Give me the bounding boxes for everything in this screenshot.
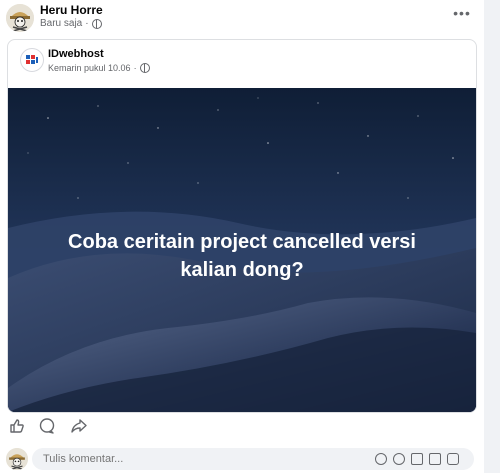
- globe-icon: [91, 18, 102, 29]
- sticker-icon[interactable]: [447, 453, 459, 465]
- post-image[interactable]: Coba ceritain project cancelled versi ka…: [8, 88, 476, 412]
- globe-icon: [139, 63, 150, 73]
- emoji-icon[interactable]: [393, 453, 405, 465]
- shared-post[interactable]: IDwebhost Kemarin pukul 10.06 · Coba cer…: [7, 39, 477, 413]
- author-name[interactable]: Heru Horre: [40, 3, 103, 17]
- avatar-sticker-icon[interactable]: [375, 453, 387, 465]
- gif-icon[interactable]: [429, 453, 441, 465]
- more-options-button[interactable]: •••: [452, 6, 472, 26]
- share-icon[interactable]: [70, 417, 88, 435]
- meta-separator: ·: [85, 18, 89, 29]
- comment-tools: [375, 453, 459, 465]
- scrollbar[interactable]: [484, 0, 500, 473]
- meta-separator: ·: [133, 63, 137, 73]
- page-name[interactable]: IDwebhost: [48, 48, 104, 60]
- shared-time[interactable]: Kemarin pukul 10.06: [48, 63, 131, 73]
- camera-icon[interactable]: [411, 453, 423, 465]
- action-bar: [0, 417, 100, 439]
- post-card: Heru Horre Baru saja · ••• IDwebhost Kem…: [0, 0, 484, 473]
- shared-meta: Kemarin pukul 10.06 ·: [48, 63, 150, 73]
- like-icon[interactable]: [8, 417, 26, 435]
- post-time[interactable]: Baru saja: [40, 18, 82, 29]
- comment-icon[interactable]: [38, 417, 56, 435]
- page-avatar[interactable]: [20, 48, 44, 72]
- commenter-avatar[interactable]: [6, 448, 28, 470]
- banner-caption: Coba ceritain project cancelled versi ka…: [68, 231, 416, 281]
- author-avatar[interactable]: [6, 4, 34, 32]
- comment-bar: [0, 446, 484, 473]
- post-meta: Baru saja ·: [40, 18, 102, 29]
